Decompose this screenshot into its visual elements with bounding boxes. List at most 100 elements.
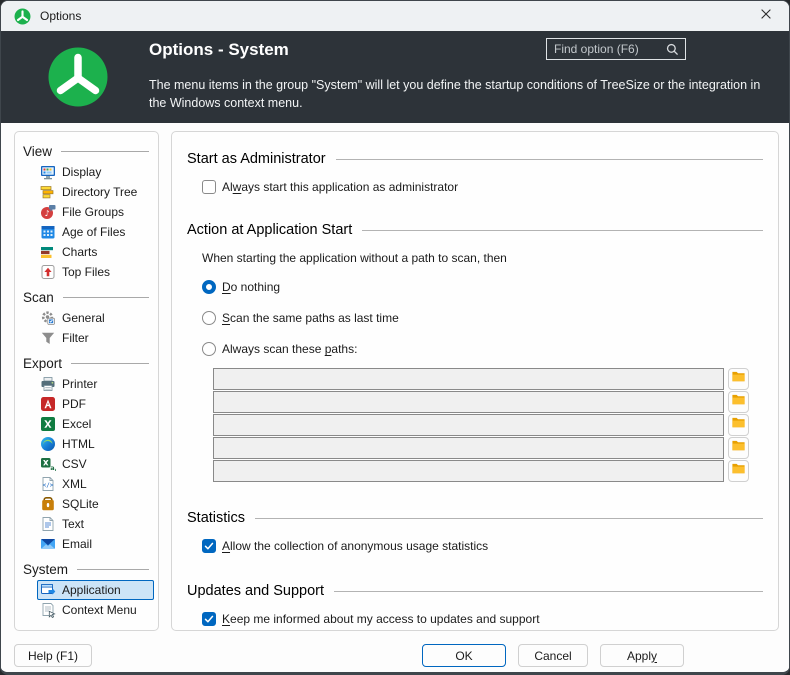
sidebar-item-html[interactable]: HTML: [37, 434, 154, 454]
radio-scan-same-paths-row[interactable]: Scan the same paths as last time: [202, 309, 763, 327]
browse-folder-button-2[interactable]: [728, 391, 749, 413]
charts-icon: [40, 244, 56, 260]
sidebar-item-excel[interactable]: Excel: [37, 414, 154, 434]
always-scan-paths-radio[interactable]: [202, 342, 216, 356]
xml-icon: </>: [40, 476, 56, 492]
do-nothing-radio[interactable]: [202, 280, 216, 294]
search-icon: [665, 42, 680, 57]
sidebar-item-age-of-files[interactable]: Age of Files: [37, 222, 154, 242]
sidebar-item-top-files[interactable]: Top Files: [37, 262, 154, 282]
sidebar-item-label: Age of Files: [62, 225, 126, 239]
scan-path-input-5[interactable]: [213, 460, 724, 482]
close-button[interactable]: [743, 1, 789, 31]
scan-path-input-3[interactable]: [213, 414, 724, 436]
path-row: [213, 368, 763, 390]
window-title: Options: [40, 9, 82, 23]
folder-icon: [731, 438, 746, 458]
sidebar-item-filter[interactable]: Filter: [37, 328, 154, 348]
group-system-header: System: [15, 561, 158, 580]
action-intro-text: When starting the application without a …: [202, 251, 507, 265]
section-title: Statistics: [187, 510, 246, 526]
sidebar-item-xml[interactable]: </> XML: [37, 474, 154, 494]
browse-folder-button-4[interactable]: [728, 437, 749, 459]
usage-statistics-row[interactable]: Allow the collection of anonymous usage …: [202, 539, 763, 553]
page-description: The menu items in the group "System" wil…: [149, 78, 761, 110]
group-divider: [77, 569, 149, 570]
group-view-header: View: [15, 143, 158, 162]
section-action-at-start: Action at Application Start: [187, 222, 763, 238]
sidebar-item-csv[interactable]: a, CSV: [37, 454, 154, 474]
path-row: [213, 460, 763, 482]
group-system: System Application Context Menu: [15, 561, 158, 620]
treesize-logo-icon: [14, 8, 31, 25]
sidebar-item-label: Directory Tree: [62, 185, 138, 199]
sidebar-item-label: General: [62, 311, 105, 325]
sidebar-item-text[interactable]: Text: [37, 514, 154, 534]
folder-icon: [731, 392, 746, 412]
apply-button[interactable]: Appl y: [600, 644, 684, 667]
group-divider: [61, 151, 149, 152]
svg-text:a,: a,: [50, 464, 56, 472]
svg-text:♪: ♪: [44, 209, 49, 218]
options-content-panel: Start as Administrator Always start this…: [171, 131, 779, 631]
title-bar: Options: [1, 1, 789, 31]
display-icon: [40, 164, 56, 180]
updates-informed-checkbox[interactable]: [202, 612, 216, 626]
scan-same-paths-label: Scan the same paths as last time: [222, 311, 399, 325]
sidebar-item-application[interactable]: Application: [37, 580, 154, 600]
sidebar-item-label: Display: [62, 165, 102, 179]
sidebar-item-display[interactable]: Display: [37, 162, 154, 182]
section-divider: [334, 590, 763, 592]
dialog-footer: Help (F1) OK Cancel Appl y: [1, 631, 789, 672]
section-updates-support: Updates and Support: [187, 583, 763, 599]
section-title: Action at Application Start: [187, 222, 353, 238]
age-of-files-icon: [40, 224, 56, 240]
sidebar-item-email[interactable]: Email: [37, 534, 154, 554]
always-admin-label: Always start this application as adminis…: [222, 180, 459, 194]
scan-general-icon: [40, 310, 56, 326]
sidebar-item-directory-tree[interactable]: Directory Tree: [37, 182, 154, 202]
section-divider: [255, 517, 763, 519]
path-row: [213, 391, 763, 413]
scan-path-input-1[interactable]: [213, 368, 724, 390]
scan-path-input-2[interactable]: [213, 391, 724, 413]
browse-folder-button-5[interactable]: [728, 460, 749, 482]
sidebar-item-file-groups[interactable]: ♪ File Groups: [37, 202, 154, 222]
section-divider: [335, 158, 763, 160]
group-system-label: System: [23, 562, 69, 577]
do-nothing-label: Do nothing: [222, 280, 281, 294]
sidebar-item-label: SQLite: [62, 497, 99, 511]
usage-statistics-label: Allow the collection of anonymous usage …: [222, 539, 489, 553]
options-category-sidebar: View Display Directory Tree ♪ File Group…: [14, 131, 159, 631]
usage-statistics-checkbox[interactable]: [202, 539, 216, 553]
excel-icon: [40, 416, 56, 432]
sidebar-item-charts[interactable]: Charts: [37, 242, 154, 262]
find-option-search[interactable]: [546, 38, 686, 60]
always-admin-row[interactable]: Always start this application as adminis…: [202, 180, 763, 194]
help-button[interactable]: Help (F1): [14, 644, 92, 667]
sidebar-item-pdf[interactable]: PDF: [37, 394, 154, 414]
cancel-button[interactable]: Cancel: [518, 644, 588, 667]
group-scan-header: Scan: [15, 289, 158, 308]
group-divider: [62, 297, 149, 298]
application-icon: [40, 582, 56, 598]
sidebar-item-sqlite[interactable]: SQLite: [37, 494, 154, 514]
section-statistics: Statistics: [187, 510, 763, 526]
options-dialog: Options Options - System The menu items …: [0, 0, 790, 675]
radio-always-scan-paths-row[interactable]: Always scan these paths:: [202, 340, 763, 358]
browse-folder-button-3[interactable]: [728, 414, 749, 436]
scan-same-paths-radio[interactable]: [202, 311, 216, 325]
top-files-icon: [40, 264, 56, 280]
sidebar-item-general[interactable]: General: [37, 308, 154, 328]
sidebar-item-printer[interactable]: Printer: [37, 374, 154, 394]
path-row: [213, 437, 763, 459]
sidebar-item-context-menu[interactable]: Context Menu: [37, 600, 154, 620]
always-admin-checkbox[interactable]: [202, 180, 216, 194]
updates-informed-row[interactable]: Keep me informed about my access to upda…: [202, 612, 763, 626]
ok-button[interactable]: OK: [422, 644, 506, 667]
browse-folder-button-1[interactable]: [728, 368, 749, 390]
scan-path-input-4[interactable]: [213, 437, 724, 459]
radio-do-nothing-row[interactable]: Do nothing: [202, 278, 763, 296]
search-input[interactable]: [547, 42, 665, 56]
sidebar-item-label: Excel: [62, 417, 92, 431]
